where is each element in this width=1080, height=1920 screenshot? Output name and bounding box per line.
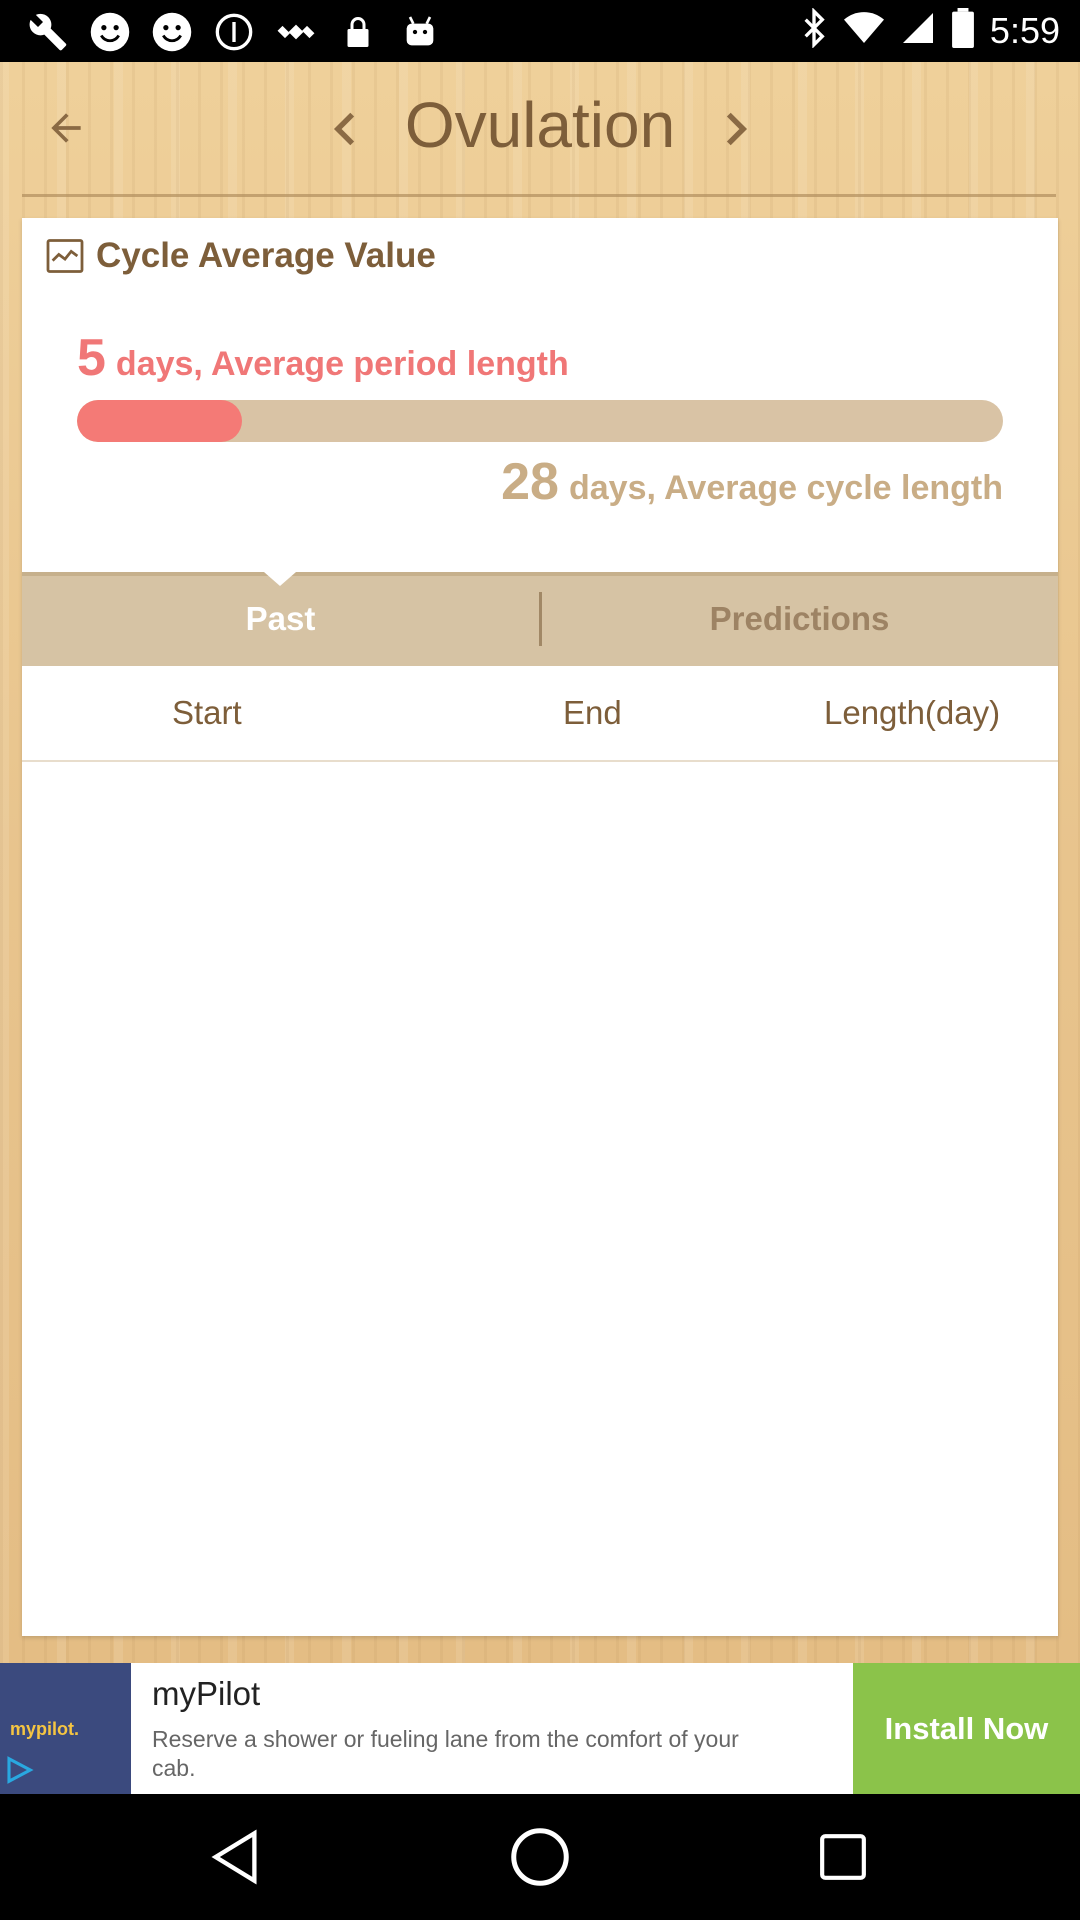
chart-icon	[46, 239, 84, 273]
column-header-end: End	[563, 694, 622, 731]
period-length-row: 5 days, Average period length	[77, 328, 569, 388]
cycle-card: Cycle Average Value 5 days, Average peri…	[22, 218, 1058, 1636]
table-header: Start End Length(day)	[22, 666, 1058, 762]
nav-home-button[interactable]	[507, 1824, 573, 1890]
back-arrow-button[interactable]	[38, 100, 94, 156]
lock-icon	[336, 10, 380, 54]
install-now-button[interactable]: Install Now	[853, 1663, 1080, 1794]
cycle-length-label: days, Average cycle length	[568, 469, 1003, 507]
smiley-icon	[150, 10, 194, 54]
nav-recents-button[interactable]	[810, 1824, 876, 1890]
status-bar: 5:59	[0, 0, 1080, 62]
ad-description: Reserve a shower or fueling lane from th…	[152, 1726, 739, 1781]
ad-logo-text: mypilot.	[10, 1719, 80, 1739]
arrow-left-icon	[51, 113, 81, 143]
cycle-length-row: 28 days, Average cycle length	[501, 452, 1003, 512]
triangle-back-icon	[211, 1829, 257, 1885]
column-header-start: Start	[172, 694, 242, 731]
status-time: 5:59	[989, 9, 1060, 51]
ad-title: myPilot	[152, 1675, 261, 1712]
info-icon	[212, 10, 256, 54]
period-length-label: days, Average period length	[115, 345, 569, 383]
tab-past[interactable]: Past	[22, 572, 539, 666]
card-header: Cycle Average Value	[46, 236, 436, 276]
tab-predictions[interactable]: Predictions	[541, 572, 1058, 666]
ad-banner[interactable]: mypilot. myPilot Reserve a shower or fue…	[0, 1663, 1080, 1794]
header-divider	[22, 194, 1056, 197]
page-title: Ovulation	[404, 89, 676, 161]
android-icon	[398, 10, 442, 54]
tab-bar: Past Predictions	[22, 572, 1058, 666]
period-progress-bar	[77, 400, 1003, 442]
circle-home-icon	[511, 1828, 569, 1886]
card-title: Cycle Average Value	[96, 236, 436, 275]
cycle-length-value: 28	[501, 453, 559, 511]
ad-logo[interactable]: mypilot.	[0, 1663, 131, 1794]
chevron-left-icon	[333, 112, 355, 146]
satellite-icon	[274, 10, 318, 54]
period-length-value: 5	[77, 329, 106, 387]
previous-button[interactable]	[325, 104, 365, 154]
wrench-icon	[26, 10, 70, 54]
ad-play-icon	[4, 1755, 34, 1790]
bluetooth-icon	[800, 7, 828, 53]
next-button[interactable]	[716, 104, 756, 154]
smiley-icon	[88, 10, 132, 54]
wifi-icon	[843, 10, 884, 51]
column-header-length: Length(day)	[824, 694, 1001, 731]
square-recents-icon	[820, 1834, 866, 1880]
nav-back-button[interactable]	[202, 1824, 268, 1890]
chevron-right-icon	[726, 112, 748, 146]
navigation-bar	[0, 1794, 1080, 1920]
signal-icon	[900, 10, 936, 51]
battery-icon	[952, 8, 974, 53]
period-progress-fill	[77, 400, 243, 442]
